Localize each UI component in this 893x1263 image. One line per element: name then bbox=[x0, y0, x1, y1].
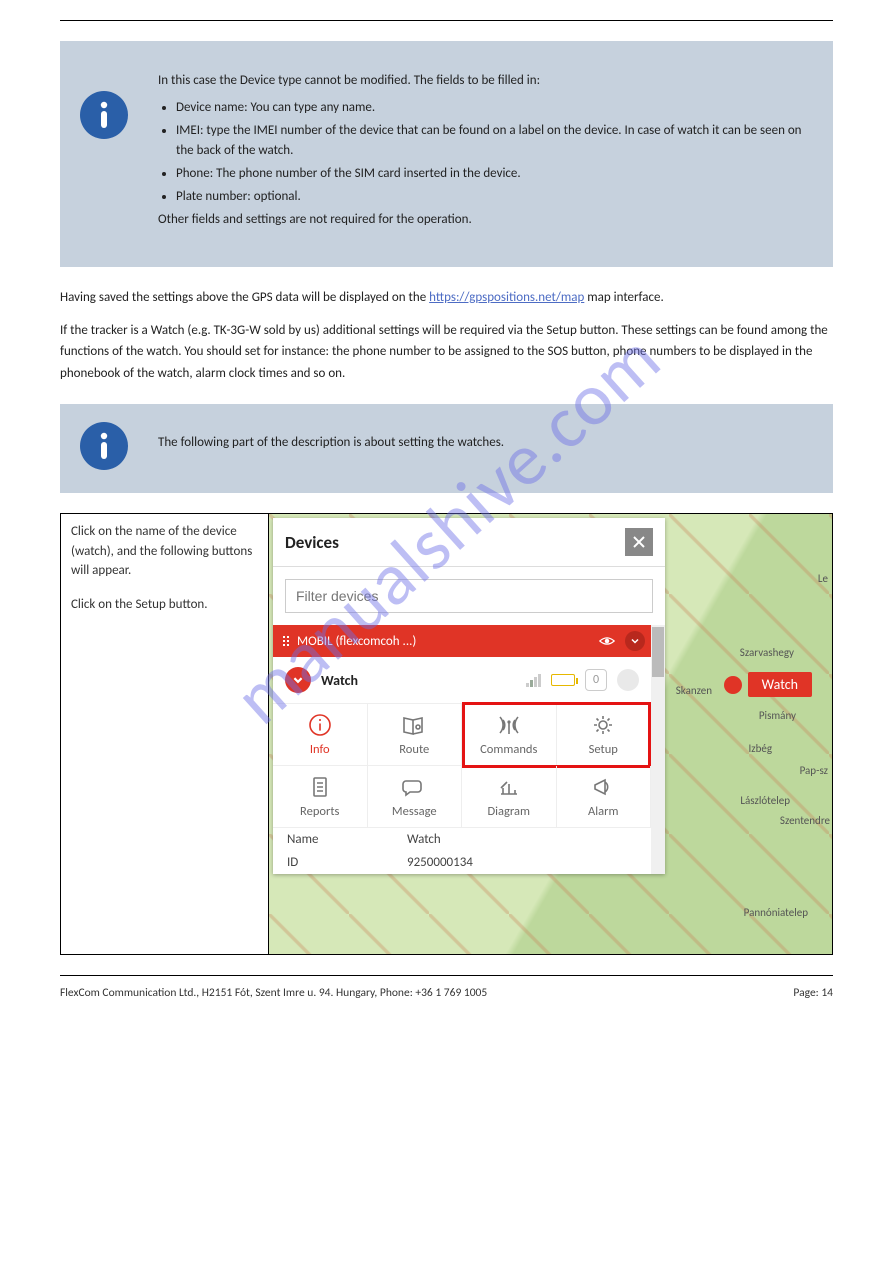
device-row-watch[interactable]: Watch 0 bbox=[273, 657, 651, 704]
info1-item: IMEI: type the IMEI number of the device… bbox=[176, 121, 803, 163]
scroll-thumb[interactable] bbox=[652, 627, 664, 677]
footer-company: FlexCom Communication Ltd., H2151 Fót, S… bbox=[60, 986, 487, 1000]
route-icon bbox=[400, 712, 428, 738]
message-button[interactable]: Message bbox=[368, 766, 463, 828]
chevron-down-icon bbox=[292, 674, 304, 686]
info1-list: Device name: You can type any name. IMEI… bbox=[158, 98, 803, 208]
info-label: Info bbox=[310, 742, 330, 757]
devices-panel-header: Devices bbox=[273, 518, 665, 567]
divider-bottom bbox=[60, 975, 833, 976]
document-icon bbox=[306, 774, 334, 800]
divider-top bbox=[60, 20, 833, 21]
device-group-header[interactable]: MOBIL (flexcomcoh ...) bbox=[273, 625, 651, 657]
drag-handle-icon[interactable] bbox=[283, 636, 289, 646]
diagram-label: Diagram bbox=[487, 804, 530, 819]
route-label: Route bbox=[399, 742, 429, 757]
device-actions-row-2: Reports Message Diagram bbox=[273, 766, 651, 828]
map-label: Le bbox=[818, 572, 828, 585]
close-icon bbox=[632, 535, 646, 549]
map-label: Skanzen bbox=[676, 684, 712, 697]
instruction-table: Click on the name of the device (watch),… bbox=[60, 513, 833, 955]
info-callout-2: The following part of the description is… bbox=[60, 404, 833, 493]
route-button[interactable]: Route bbox=[368, 704, 463, 766]
megaphone-icon bbox=[589, 774, 617, 800]
instr-p1: Click on the name of the device (watch),… bbox=[71, 522, 258, 581]
status-icon bbox=[617, 669, 639, 691]
body-p2: If the tracker is a Watch (e.g. TK-3G-W … bbox=[60, 320, 833, 384]
visibility-icon[interactable] bbox=[597, 631, 617, 651]
info-button[interactable]: Info bbox=[273, 704, 368, 766]
setup-label: Setup bbox=[589, 742, 618, 757]
table-row: Name Watch bbox=[273, 828, 651, 851]
map-label: Pap-sz bbox=[800, 764, 828, 777]
device-info-table: Name Watch ID 9250000134 bbox=[273, 828, 651, 874]
map-label: Szarvashegy bbox=[740, 646, 794, 659]
filter-row bbox=[273, 567, 665, 625]
info2-text: The following part of the description is… bbox=[158, 433, 504, 454]
info-key-id: ID bbox=[287, 855, 407, 870]
info1-outro: Other fields and settings are not requir… bbox=[158, 210, 803, 231]
map-pin-watch[interactable]: Watch bbox=[724, 672, 812, 697]
message-label: Message bbox=[392, 804, 437, 819]
map-label: Lászlótelep bbox=[740, 794, 790, 807]
instruction-text-cell: Click on the name of the device (watch),… bbox=[61, 514, 269, 954]
info-content-1: In this case the Device type cannot be m… bbox=[158, 71, 803, 237]
table-row: ID 9250000134 bbox=[273, 851, 651, 874]
pin-dot-icon bbox=[724, 676, 742, 694]
body-section: Having saved the settings above the GPS … bbox=[60, 287, 833, 385]
body-p1-suffix: map interface. bbox=[587, 290, 663, 305]
info-icon bbox=[80, 91, 128, 144]
device-name-label: Watch bbox=[321, 672, 516, 689]
group-title: MOBIL (flexcomcoh ...) bbox=[297, 634, 589, 649]
devices-scroll: MOBIL (flexcomcoh ...) bbox=[273, 625, 665, 874]
devices-title: Devices bbox=[285, 532, 625, 553]
reports-button[interactable]: Reports bbox=[273, 766, 368, 828]
commands-label: Commands bbox=[480, 742, 537, 757]
info1-item: Phone: The phone number of the SIM card … bbox=[176, 164, 803, 185]
info1-intro: In this case the Device type cannot be m… bbox=[158, 71, 803, 92]
antenna-icon bbox=[495, 712, 523, 738]
info-val-name: Watch bbox=[407, 832, 441, 847]
gear-icon bbox=[589, 712, 617, 738]
expand-group-button[interactable] bbox=[625, 631, 645, 651]
screenshot-cell: Szarvashegy Skanzen Pismány Izbég Pap-sz… bbox=[269, 514, 832, 954]
body-p1-prefix: Having saved the settings above the GPS … bbox=[60, 290, 429, 305]
body-p1: Having saved the settings above the GPS … bbox=[60, 287, 833, 308]
close-button[interactable] bbox=[625, 528, 653, 556]
pin-label: Watch bbox=[748, 672, 812, 697]
info-val-id: 9250000134 bbox=[407, 855, 473, 870]
setup-button[interactable]: Setup bbox=[557, 704, 652, 766]
map-label: Pismány bbox=[759, 709, 796, 722]
alert-count-badge: 0 bbox=[585, 669, 607, 691]
info-content-2: The following part of the description is… bbox=[158, 422, 803, 470]
chevron-down-icon bbox=[630, 636, 640, 646]
scrollbar[interactable] bbox=[651, 625, 665, 874]
signal-icon bbox=[526, 674, 541, 687]
devices-panel: Devices MOBIL (flexcomcoh ...) bbox=[273, 518, 665, 874]
map-label: Izbég bbox=[748, 742, 772, 755]
map-link[interactable]: https://gpspositions.net/map bbox=[429, 290, 584, 305]
reports-label: Reports bbox=[300, 804, 339, 819]
map-label: Pannóniatelep bbox=[744, 906, 808, 919]
filter-devices-input[interactable] bbox=[285, 579, 653, 613]
chat-icon bbox=[400, 774, 428, 800]
alarm-label: Alarm bbox=[588, 804, 618, 819]
chart-icon bbox=[495, 774, 523, 800]
alarm-button[interactable]: Alarm bbox=[557, 766, 652, 828]
diagram-button[interactable]: Diagram bbox=[462, 766, 557, 828]
info-key-name: Name bbox=[287, 832, 407, 847]
info1-item: Device name: You can type any name. bbox=[176, 98, 803, 119]
instr-p2: Click on the Setup button. bbox=[71, 595, 258, 615]
map-label: Szentendre bbox=[780, 814, 830, 827]
battery-icon bbox=[551, 674, 575, 686]
info1-item: Plate number: optional. bbox=[176, 187, 803, 208]
page-footer: FlexCom Communication Ltd., H2151 Fót, S… bbox=[60, 986, 833, 1000]
device-actions-row-1: Info Route Commands bbox=[273, 704, 651, 766]
info-icon bbox=[80, 422, 128, 475]
info-icon bbox=[306, 712, 334, 738]
footer-page: Page: 14 bbox=[793, 986, 833, 1000]
commands-button[interactable]: Commands bbox=[462, 704, 557, 766]
info-callout-1: In this case the Device type cannot be m… bbox=[60, 41, 833, 267]
collapse-device-button[interactable] bbox=[285, 667, 311, 693]
